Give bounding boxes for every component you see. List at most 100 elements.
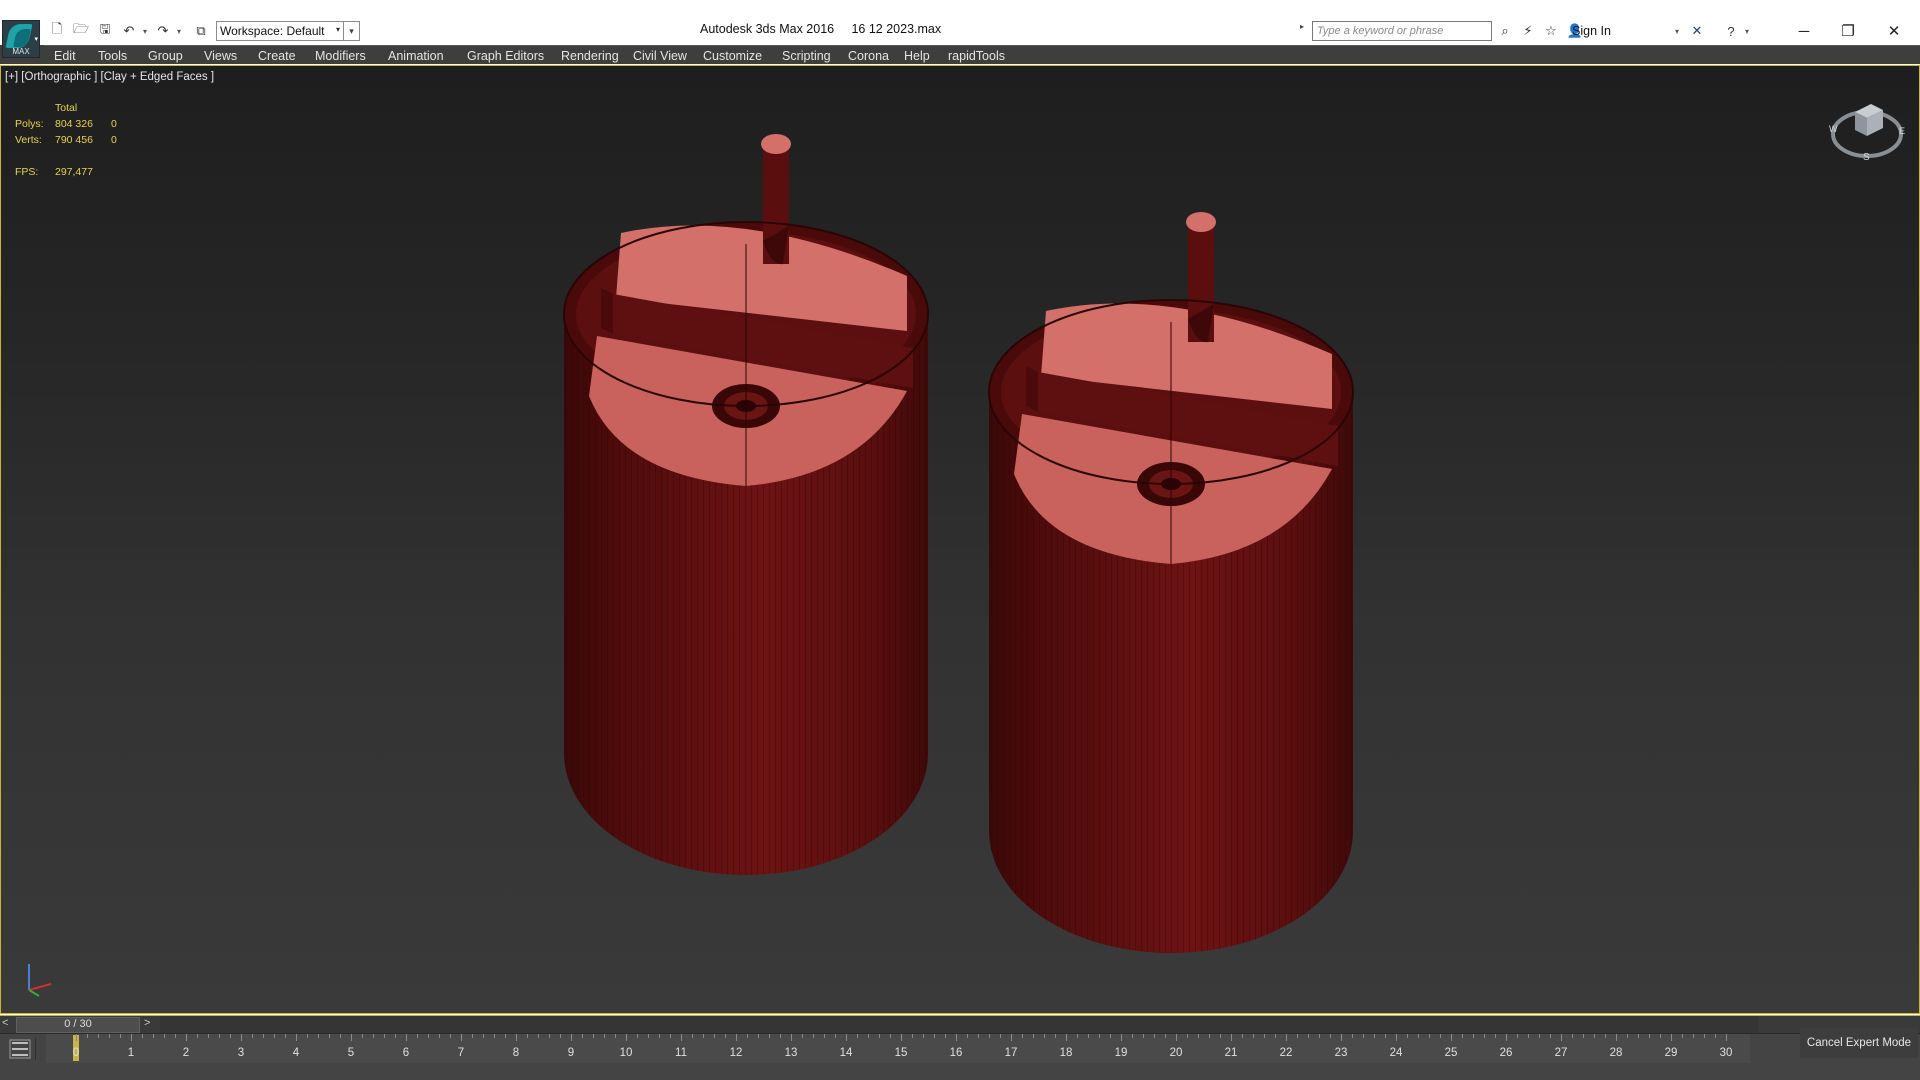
help-chevron-icon[interactable]: ▾ [1742, 22, 1752, 40]
frame-label: 19 [1114, 1047, 1128, 1059]
menu-tools[interactable]: Tools [98, 49, 127, 63]
frame-minor-tick [1363, 1034, 1364, 1038]
frame-minor-tick [340, 1034, 341, 1038]
new-file-icon[interactable]: 🗋 [48, 21, 66, 40]
frame-minor-tick [1022, 1034, 1023, 1038]
frame-minor-tick [197, 1034, 198, 1038]
frame-minor-tick [1627, 1034, 1628, 1038]
frame-minor-tick [1682, 1034, 1683, 1038]
svg-text:S: S [1863, 152, 1870, 163]
frame-minor-tick [1374, 1034, 1375, 1038]
frame-tick [1451, 1034, 1452, 1041]
frame-minor-tick [835, 1034, 836, 1038]
frame-tick [736, 1034, 737, 1041]
frame-minor-tick [1044, 1034, 1045, 1038]
frame-minor-tick [967, 1034, 968, 1038]
menu-group[interactable]: Group [148, 49, 183, 63]
frame-tick [516, 1034, 517, 1041]
minimize-button[interactable]: ─ [1784, 20, 1824, 42]
frame-tick [131, 1034, 132, 1041]
frame-minor-tick [1462, 1034, 1463, 1038]
frame-minor-tick [1638, 1034, 1639, 1038]
project-folder-icon[interactable]: ⧉ [192, 22, 210, 40]
frame-minor-tick [252, 1034, 253, 1038]
frame-minor-tick [747, 1034, 748, 1038]
frame-minor-tick [1704, 1034, 1705, 1038]
scene-objects[interactable] [1, 66, 1919, 1013]
viewcube-icon[interactable]: S W E [1827, 94, 1907, 164]
redo-icon[interactable]: ↷ [154, 22, 172, 40]
cancel-expert-mode-button[interactable]: Cancel Expert Mode [1800, 1028, 1918, 1058]
menu-rapidtools[interactable]: rapidTools [948, 49, 1005, 63]
frame-minor-tick [362, 1034, 363, 1038]
frame-minor-tick [1594, 1034, 1595, 1038]
time-slider-thumb[interactable]: 0 / 30 [16, 1017, 140, 1033]
frame-minor-tick [758, 1034, 759, 1038]
workspace-dropdown[interactable]: Workspace: Default ▾ [216, 21, 344, 41]
menu-customize[interactable]: Customize [703, 49, 762, 63]
sign-in-link[interactable]: Sign In [1572, 24, 1611, 38]
orthographic-viewport[interactable]: [+] [Orthographic ] [Clay + Edged Faces … [0, 65, 1920, 1014]
redo-history-chevron-icon[interactable]: ▾ [174, 22, 184, 40]
frame-tick [1176, 1034, 1177, 1041]
search-input[interactable]: Type a keyword or phrase [1312, 21, 1492, 41]
frame-minor-tick [417, 1034, 418, 1038]
application-menu-button[interactable]: MAX ▾ [2, 20, 40, 58]
search-expand-icon[interactable]: ▸ [1300, 22, 1304, 31]
open-file-icon[interactable]: 🗁 [72, 21, 90, 40]
next-frame-button[interactable]: > [144, 1017, 158, 1033]
restore-button[interactable]: ❐ [1828, 20, 1868, 42]
frame-minor-tick [1242, 1034, 1243, 1038]
pedestal-sink-left[interactable] [563, 134, 929, 875]
menu-corona[interactable]: Corona [848, 49, 889, 63]
frame-tick [956, 1034, 957, 1041]
menu-rendering[interactable]: Rendering [561, 49, 619, 63]
frame-minor-tick [1297, 1034, 1298, 1038]
exchange-apps-icon[interactable]: ✕ [1688, 22, 1706, 40]
frame-tick [1286, 1034, 1287, 1041]
frame-minor-tick [1660, 1034, 1661, 1038]
frame-minor-tick [1352, 1034, 1353, 1038]
frame-minor-tick [428, 1034, 429, 1038]
time-slider[interactable]: < 0 / 30 > [0, 1015, 1920, 1034]
frame-tick [1341, 1034, 1342, 1041]
frame-minor-tick [1583, 1034, 1584, 1038]
menu-views[interactable]: Views [204, 49, 237, 63]
communication-center-icon[interactable]: ⚡ [1519, 22, 1537, 40]
frame-tick [1671, 1034, 1672, 1041]
binoculars-icon[interactable]: ⌕ [1496, 22, 1514, 40]
frame-minor-tick [1209, 1034, 1210, 1038]
frame-minor-tick [307, 1034, 308, 1038]
menu-graph-editors[interactable]: Graph Editors [467, 49, 544, 63]
frame-label: 16 [949, 1047, 963, 1059]
help-icon[interactable]: ? [1722, 22, 1740, 40]
main-menu-bar: Edit Tools Group Views Create Modifiers … [44, 45, 1920, 64]
pedestal-sink-right[interactable] [988, 212, 1354, 953]
save-file-icon[interactable]: 🖫 [96, 21, 114, 40]
menu-modifiers[interactable]: Modifiers [315, 49, 366, 63]
menu-help[interactable]: Help [904, 49, 930, 63]
search-placeholder: Type a keyword or phrase [1317, 25, 1444, 37]
menu-scripting[interactable]: Scripting [782, 49, 831, 63]
sign-in-chevron-icon[interactable]: ▾ [1672, 22, 1682, 40]
workspace-value: Workspace: Default [220, 24, 325, 38]
time-slider-track[interactable] [160, 1016, 1758, 1034]
frame-minor-tick [538, 1034, 539, 1038]
favorites-star-icon[interactable]: ☆ [1542, 22, 1560, 40]
menu-edit[interactable]: Edit [54, 49, 76, 63]
undo-history-chevron-icon[interactable]: ▾ [140, 22, 150, 40]
menu-create[interactable]: Create [258, 49, 296, 63]
menu-civil-view[interactable]: Civil View [633, 49, 687, 63]
close-button[interactable]: ✕ [1874, 20, 1914, 42]
frame-tick [1121, 1034, 1122, 1041]
frame-label: 5 [347, 1047, 355, 1059]
undo-icon[interactable]: ↶ [120, 22, 138, 40]
quick-access-customize-button[interactable]: ▾ [344, 21, 360, 41]
track-bar-ruler[interactable]: 0 1 2 3 4 5 6 7 8 9 10 11 12 13 14 15 16 17 18 19 20 21 22 23 24… [46, 1034, 1750, 1064]
mini-curve-editor-icon[interactable] [6, 1038, 36, 1060]
menu-animation[interactable]: Animation [388, 49, 444, 63]
status-strip [0, 1063, 1920, 1080]
frame-tick [1561, 1034, 1562, 1041]
frame-label: 1 [127, 1047, 135, 1059]
previous-frame-button[interactable]: < [2, 1017, 16, 1033]
